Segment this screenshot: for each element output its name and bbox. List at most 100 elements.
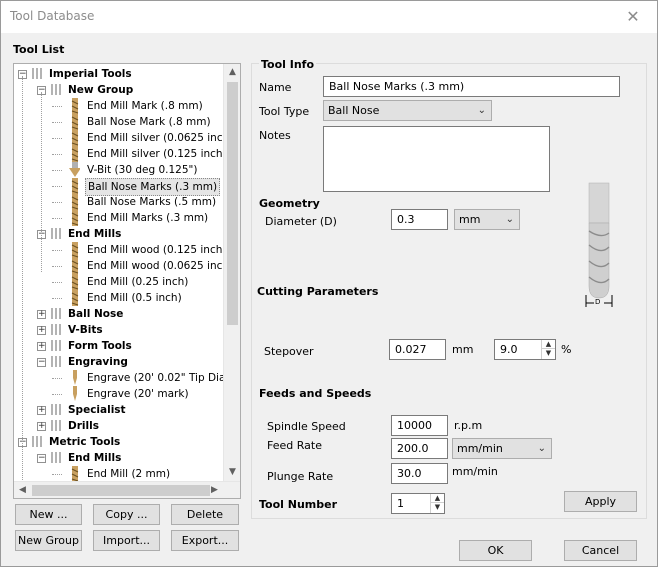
stepover-percent-spinbox[interactable]: 9.0 ▲ ▼ (494, 339, 556, 360)
tool-number-spin-buttons[interactable]: ▲ ▼ (430, 494, 444, 513)
tool-type-label: Tool Type (259, 105, 310, 118)
stepover-label: Stepover (264, 345, 314, 358)
tree-item-label: End Mill silver (0.125 inch) (87, 148, 227, 160)
tool-type-select[interactable]: Ball Nose ⌄ (323, 100, 492, 121)
tool-group-icon (32, 68, 42, 79)
tree-guide-line (22, 76, 23, 496)
ok-button[interactable]: OK (459, 540, 532, 561)
tool-database-window: Tool Database ✕ Tool List − Imperial Tool… (0, 0, 658, 567)
close-icon[interactable]: ✕ (621, 5, 645, 29)
end-mill-icon (71, 274, 79, 290)
spin-up-icon[interactable]: ▲ (542, 340, 555, 349)
tree-item-label: End Mill Mark (.8 mm) (87, 100, 203, 112)
tree-item-label: End Mill wood (0.125 inch) (87, 244, 227, 256)
tree-item-label: Engrave (20' 0.02" Tip Dia) (87, 372, 230, 384)
feed-rate-label: Feed Rate (267, 439, 322, 452)
tree-connector (52, 298, 62, 299)
end-mill-icon (71, 242, 79, 258)
end-mill-icon (71, 210, 79, 226)
end-mill-icon (71, 466, 79, 482)
scroll-down-icon[interactable]: ▼ (224, 464, 240, 481)
stepover-input[interactable]: 0.027 (389, 339, 446, 360)
expand-icon[interactable]: + (37, 326, 46, 335)
tool-group-icon (51, 340, 61, 351)
tree-connector (52, 282, 62, 283)
export-button[interactable]: Export... (171, 530, 239, 551)
tool-group-icon (51, 84, 61, 95)
tool-shank (588, 182, 610, 224)
scroll-right-icon[interactable]: ▶ (206, 482, 223, 498)
delete-tool-button[interactable]: Delete (171, 504, 239, 525)
end-mill-icon (71, 258, 79, 274)
chevron-down-icon: ⌄ (477, 105, 486, 116)
copy-tool-button[interactable]: Copy ... (93, 504, 160, 525)
tree-item-label: Ball Nose Mark (.8 mm) (87, 116, 211, 128)
tree-item-label: End Mills (68, 228, 122, 240)
tool-info-heading: Tool Info (259, 58, 317, 71)
engrave-bit-icon (73, 386, 77, 401)
notes-label: Notes (259, 129, 291, 142)
chevron-down-icon: ⌄ (537, 443, 546, 454)
expand-icon[interactable]: + (37, 406, 46, 415)
end-mill-icon (71, 194, 79, 210)
tool-tree[interactable]: − Imperial Tools − New Group End Mill Mark (… (13, 63, 241, 499)
scroll-left-icon[interactable]: ◀ (14, 482, 31, 498)
expand-icon[interactable]: + (37, 342, 46, 351)
tool-number-value: 1 (397, 497, 404, 510)
feed-rate-unit-value: mm/min (457, 442, 503, 455)
tree-item-label: New Group (68, 84, 134, 96)
tree-item-label: Specialist (68, 404, 126, 416)
stepover-percent-spin-buttons[interactable]: ▲ ▼ (541, 340, 555, 359)
plunge-rate-input[interactable]: 30.0 (391, 463, 448, 484)
plunge-rate-unit: mm/min (452, 465, 498, 478)
name-label: Name (259, 81, 292, 94)
spindle-speed-label: Spindle Speed (267, 420, 346, 433)
tree-connector (52, 202, 62, 203)
apply-button[interactable]: Apply (564, 491, 637, 512)
scroll-up-icon[interactable]: ▲ (224, 64, 240, 81)
tree-item-label: Imperial Tools (49, 68, 132, 80)
feed-rate-input[interactable]: 200.0 (391, 438, 448, 459)
tree-horizontal-scrollbar[interactable]: ◀ ▶ (14, 481, 240, 498)
tree-item-label: Form Tools (68, 340, 132, 352)
diameter-unit-select[interactable]: mm ⌄ (454, 209, 520, 230)
import-button[interactable]: Import... (93, 530, 160, 551)
diameter-input[interactable]: 0.3 (391, 209, 448, 230)
tree-connector (52, 266, 62, 267)
tree-connector (52, 186, 62, 187)
end-mill-icon (71, 146, 79, 162)
tree-item-label: End Mills (68, 452, 122, 464)
ball-nose-diagram (585, 182, 613, 307)
engrave-bit-icon (73, 370, 77, 385)
cancel-button[interactable]: Cancel (564, 540, 637, 561)
spindle-speed-input[interactable]: 10000 (391, 415, 448, 436)
tree-connector (52, 106, 62, 107)
collapse-icon[interactable]: − (37, 454, 46, 463)
tool-group-icon (51, 324, 61, 335)
spin-up-icon[interactable]: ▲ (431, 494, 444, 503)
percent-sign: % (561, 343, 572, 356)
tree-vertical-scroll-thumb[interactable] (227, 82, 238, 325)
tree-item-label: End Mill (2 mm) (87, 468, 171, 480)
notes-textarea[interactable] (323, 126, 550, 192)
expand-icon[interactable]: + (37, 422, 46, 431)
tree-horizontal-scroll-thumb[interactable] (32, 485, 210, 496)
tool-group-icon (51, 308, 61, 319)
collapse-icon[interactable]: − (37, 358, 46, 367)
new-group-button[interactable]: New Group (15, 530, 82, 551)
tool-type-value: Ball Nose (328, 104, 380, 117)
new-tool-button[interactable]: New ... (15, 504, 82, 525)
end-mill-icon (71, 290, 79, 306)
spin-down-icon[interactable]: ▼ (542, 349, 555, 358)
spin-down-icon[interactable]: ▼ (431, 503, 444, 512)
spindle-speed-unit: r.p.m (454, 419, 483, 432)
name-input[interactable]: Ball Nose Marks (.3 mm) (323, 76, 620, 97)
tool-number-spinbox[interactable]: 1 ▲ ▼ (391, 493, 445, 514)
tree-vertical-scrollbar[interactable]: ▲ ▼ (223, 64, 240, 481)
feed-rate-unit-select[interactable]: mm/min ⌄ (452, 438, 552, 459)
tree-item-label: Ball Nose (68, 308, 124, 320)
expand-icon[interactable]: + (37, 310, 46, 319)
tool-group-icon (51, 404, 61, 415)
tree-connector (52, 218, 62, 219)
geometry-heading: Geometry (259, 197, 320, 210)
